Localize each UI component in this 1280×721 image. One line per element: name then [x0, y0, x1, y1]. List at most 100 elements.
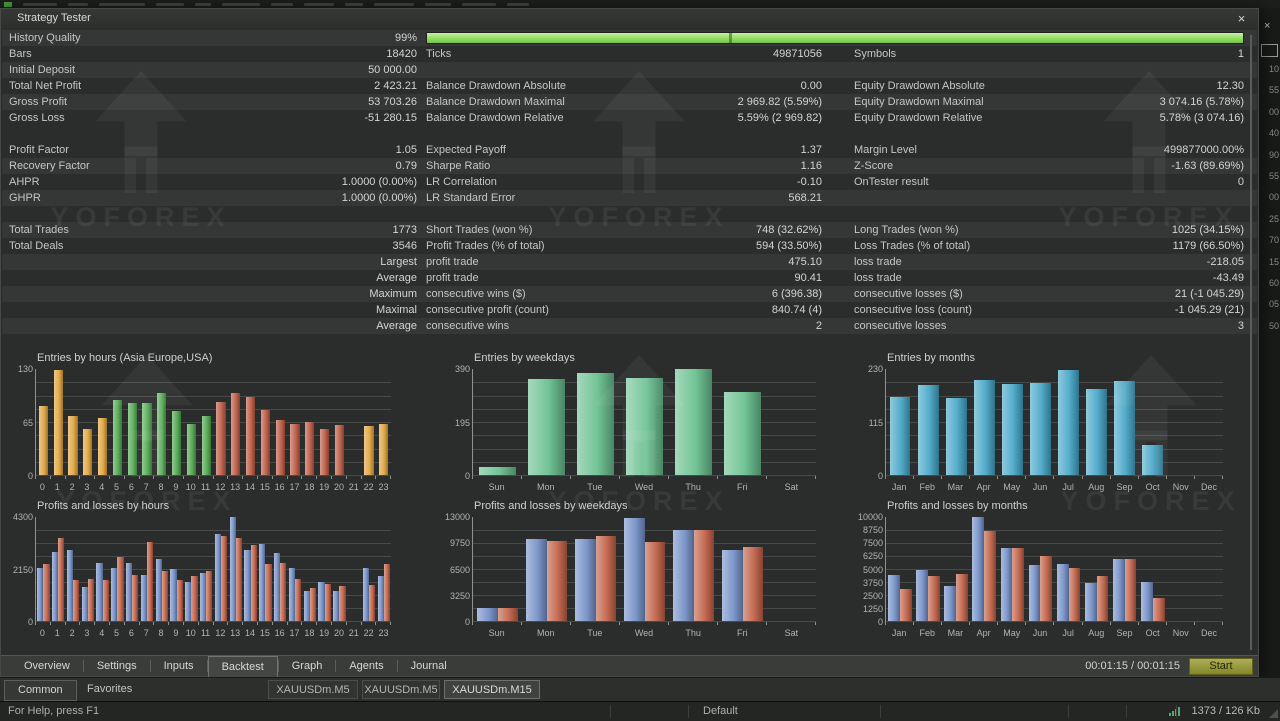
bar — [290, 424, 299, 475]
vertical-scrollbar[interactable] — [1250, 35, 1252, 650]
stat-label: loss trade — [854, 270, 902, 286]
price-scale-number: 55 — [1269, 171, 1279, 181]
bar-slot — [332, 369, 347, 475]
x-axis-label: May — [998, 628, 1026, 638]
bar-slot — [36, 369, 51, 475]
tick — [140, 622, 155, 625]
window-titlebar[interactable]: Strategy Tester × — [1, 9, 1258, 29]
tick — [620, 622, 669, 625]
chart-tab[interactable]: XAUUSDm.M15 — [444, 680, 540, 699]
chart-tab[interactable]: XAUUSDm.M5 — [362, 680, 440, 699]
tick — [199, 622, 214, 625]
x-axis-label: Jul — [1054, 628, 1082, 638]
bar-slot — [1195, 517, 1223, 621]
bar-slot — [288, 369, 303, 475]
stat-value: 12.30 — [1216, 78, 1244, 94]
status-profile[interactable]: Default — [703, 702, 738, 720]
x-axis-label: Nov — [1167, 628, 1195, 638]
start-button[interactable]: Start — [1189, 658, 1253, 675]
chart-title: Entries by months — [887, 352, 975, 364]
x-axis-label: Dec — [1195, 628, 1223, 638]
tab-backtest[interactable]: Backtest — [208, 656, 278, 677]
tick — [1111, 622, 1139, 625]
x-axis-label: Sep — [1110, 482, 1138, 492]
stat-label: Equity Drawdown Relative — [854, 110, 982, 126]
price-scale-number: 00 — [1269, 192, 1279, 202]
bar-slot — [140, 369, 155, 475]
bar-loss — [900, 589, 912, 621]
stat-label: Long Trades (won %) — [854, 222, 959, 238]
stat-label: Equity Drawdown Maximal — [854, 94, 984, 110]
status-help-text: For Help, press F1 — [8, 702, 99, 720]
menu-text-blur — [99, 3, 145, 6]
x-axis-ticks — [472, 622, 816, 625]
bar-slot — [258, 369, 273, 475]
bar — [1086, 389, 1107, 475]
stat-value: -51 280.15 — [364, 110, 417, 126]
toolbox-tab-favorites[interactable]: Favorites — [74, 680, 145, 699]
bar-profit — [1057, 564, 1069, 621]
tab-overview[interactable]: Overview — [11, 656, 83, 677]
bar-loss — [498, 608, 519, 621]
tick — [288, 622, 303, 625]
menu-text-blur — [222, 3, 260, 6]
bar-loss — [694, 530, 715, 621]
stats-cell: Average — [9, 318, 417, 334]
tab-settings[interactable]: Settings — [84, 656, 150, 677]
close-icon[interactable]: × — [1234, 11, 1249, 26]
tab-inputs[interactable]: Inputs — [151, 656, 207, 677]
bar — [142, 403, 151, 475]
menu-text-blur — [271, 3, 293, 6]
tick — [718, 476, 767, 479]
bar — [54, 370, 63, 475]
x-axis-label: 4 — [94, 628, 109, 638]
bar-slot — [767, 369, 816, 475]
bar-slot — [199, 517, 214, 621]
price-scale-number: 90 — [1269, 150, 1279, 160]
bar-slot — [473, 369, 522, 475]
resize-grip-icon[interactable] — [1269, 709, 1278, 718]
bar — [305, 422, 314, 475]
tick — [258, 476, 273, 479]
chart-plot-area — [35, 517, 391, 622]
connection-signal-icon — [1169, 707, 1180, 716]
stat-label: Total Deals — [9, 238, 63, 254]
tab-graph[interactable]: Graph — [279, 656, 336, 677]
stat-value: 1025 (34.15%) — [1172, 222, 1244, 238]
x-axis-label: 13 — [228, 482, 243, 492]
chart-close-icon[interactable]: × — [1264, 20, 1270, 32]
chart-entries-by-months: Entries by months0115230JanFebMarAprMayJ… — [857, 349, 1233, 493]
bar-profit — [916, 570, 928, 621]
y-axis-label: 3250 — [444, 591, 470, 601]
bar — [1058, 370, 1079, 475]
menu-text-blur — [345, 3, 363, 6]
bar-slot — [184, 517, 199, 621]
x-axis-labels: 01234567891011121314151617181920212223 — [35, 482, 391, 492]
tick — [1139, 476, 1167, 479]
bar — [83, 429, 92, 475]
bar — [1114, 381, 1135, 475]
bar — [157, 393, 166, 475]
bar-slot — [154, 517, 169, 621]
stat-label: consecutive profit (count) — [426, 302, 549, 318]
stats-cell: Equity Drawdown Relative5.78% (3 074.16) — [854, 110, 1244, 126]
price-scale-number: 25 — [1269, 214, 1279, 224]
bar-slot — [1139, 369, 1167, 475]
y-axis-label: 6500 — [444, 565, 470, 575]
bar-slot — [620, 369, 669, 475]
x-axis-label: 8 — [154, 628, 169, 638]
signal-bar — [1169, 713, 1171, 716]
bar-slot — [571, 369, 620, 475]
bar-slot — [1167, 517, 1195, 621]
x-axis-label: 3 — [79, 628, 94, 638]
tab-journal[interactable]: Journal — [398, 656, 460, 677]
tick — [258, 622, 273, 625]
toolbox-tab-row: CommonFavoritesXAUUSDm.M5XAUUSDm.M5XAUUS… — [0, 677, 1280, 702]
x-axis-label: Jan — [885, 482, 913, 492]
tab-agents[interactable]: Agents — [336, 656, 396, 677]
toolbox-tab-common[interactable]: Common — [4, 680, 77, 701]
bar-slot — [347, 517, 362, 621]
tick — [1139, 622, 1167, 625]
terminal-top-strip — [0, 0, 1280, 8]
chart-tab[interactable]: XAUUSDm.M5 — [268, 680, 358, 699]
